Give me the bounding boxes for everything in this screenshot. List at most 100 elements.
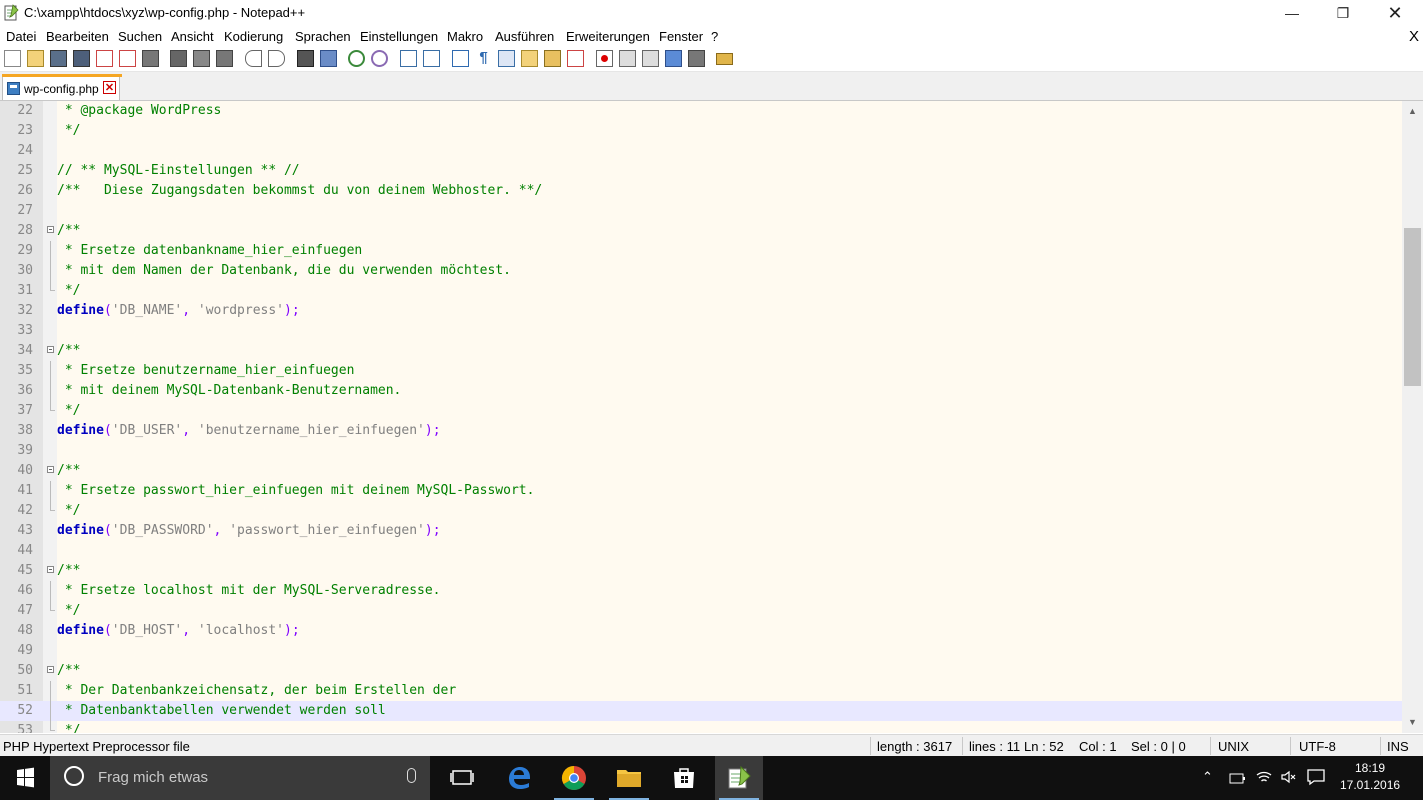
- close-document-x[interactable]: X: [1409, 28, 1419, 45]
- code-line[interactable]: 50 /**: [0, 661, 1402, 681]
- restore-button[interactable]: ❐: [1320, 0, 1366, 27]
- code-line[interactable]: 47 */: [0, 601, 1402, 621]
- save-icon[interactable]: [50, 50, 67, 67]
- code-line[interactable]: 53 */: [0, 721, 1402, 733]
- stop-macro-icon[interactable]: [619, 50, 636, 67]
- scrollbar-thumb[interactable]: [1404, 228, 1421, 386]
- code-line[interactable]: 46 * Ersetze localhost mit der MySQL-Ser…: [0, 581, 1402, 601]
- code-line[interactable]: 49: [0, 641, 1402, 661]
- copy-icon[interactable]: [193, 50, 210, 67]
- menu-datei[interactable]: Datei: [6, 29, 36, 44]
- code-line[interactable]: 38 define('DB_USER', 'benutzername_hier_e…: [0, 421, 1402, 441]
- tab-wp-config[interactable]: wp-config.php ✕: [2, 74, 122, 100]
- function-list-icon[interactable]: [567, 50, 584, 67]
- code-line[interactable]: 32 define('DB_NAME', 'wordpress');: [0, 301, 1402, 321]
- code-line[interactable]: 25 // ** MySQL-Einstellungen ** //: [0, 161, 1402, 181]
- fold-toggle-icon[interactable]: [47, 466, 54, 473]
- code-line[interactable]: 44: [0, 541, 1402, 561]
- code-line[interactable]: 27: [0, 201, 1402, 221]
- minimize-button[interactable]: —: [1269, 0, 1315, 27]
- code-line[interactable]: 52 * Datenbanktabellen verwendet werden …: [0, 701, 1402, 721]
- fold-toggle-icon[interactable]: [47, 226, 54, 233]
- code-line[interactable]: 26 /** Diese Zugangsdaten bekommst du von…: [0, 181, 1402, 201]
- record-macro-icon[interactable]: [596, 50, 613, 67]
- word-wrap-icon[interactable]: [452, 50, 469, 67]
- code-editor[interactable]: 22 * @package WordPress 23 */24 25// ** My…: [0, 101, 1402, 733]
- close-all-icon[interactable]: [119, 50, 136, 67]
- notifications-icon[interactable]: [1306, 768, 1326, 786]
- scroll-down-icon[interactable]: ▼: [1402, 714, 1423, 731]
- show-all-chars-icon[interactable]: ¶: [475, 50, 492, 67]
- menu-ausfuehren[interactable]: Ausführen: [495, 29, 554, 44]
- code-line[interactable]: 39: [0, 441, 1402, 461]
- clock[interactable]: 18:19 17.01.2016: [1340, 760, 1400, 794]
- indent-guide-icon[interactable]: [498, 50, 515, 67]
- start-button[interactable]: [0, 756, 50, 800]
- run-macro-multiple-icon[interactable]: [665, 50, 682, 67]
- menu-sprachen[interactable]: Sprachen: [295, 29, 351, 44]
- volume-muted-icon[interactable]: [1280, 768, 1298, 786]
- edge-button[interactable]: [495, 756, 543, 800]
- store-button[interactable]: [660, 756, 708, 800]
- microphone-icon[interactable]: [407, 768, 416, 783]
- wifi-icon[interactable]: [1255, 768, 1273, 786]
- code-line[interactable]: 30 * mit dem Namen der Datenbank, die du…: [0, 261, 1402, 281]
- menu-ansicht[interactable]: Ansicht: [171, 29, 214, 44]
- zoom-out-icon[interactable]: [371, 50, 388, 67]
- code-line[interactable]: 29 * Ersetze datenbankname_hier_einfuege…: [0, 241, 1402, 261]
- code-line[interactable]: 24: [0, 141, 1402, 161]
- code-line[interactable]: 41 * Ersetze passwort_hier_einfuegen mit…: [0, 481, 1402, 501]
- code-line[interactable]: 31 */: [0, 281, 1402, 301]
- code-line[interactable]: 51 * Der Datenbankzeichensatz, der beim …: [0, 681, 1402, 701]
- battery-icon[interactable]: [1228, 770, 1246, 786]
- menu-erweiterungen[interactable]: Erweiterungen: [566, 29, 650, 44]
- zoom-in-icon[interactable]: [348, 50, 365, 67]
- fold-toggle-icon[interactable]: [47, 346, 54, 353]
- redo-icon[interactable]: [268, 50, 285, 67]
- fold-toggle-icon[interactable]: [47, 666, 54, 673]
- save-macro-icon[interactable]: [688, 50, 705, 67]
- task-view-button[interactable]: [438, 756, 486, 800]
- document-map-icon[interactable]: [544, 50, 561, 67]
- explorer-button[interactable]: [605, 756, 653, 800]
- paste-icon[interactable]: [216, 50, 233, 67]
- menu-suchen[interactable]: Suchen: [118, 29, 162, 44]
- code-line[interactable]: 40 /**: [0, 461, 1402, 481]
- undo-icon[interactable]: [245, 50, 262, 67]
- fold-toggle-icon[interactable]: [47, 566, 54, 573]
- menu-makro[interactable]: Makro: [447, 29, 483, 44]
- play-macro-icon[interactable]: [642, 50, 659, 67]
- replace-icon[interactable]: [320, 50, 337, 67]
- code-line[interactable]: 45 /**: [0, 561, 1402, 581]
- code-line[interactable]: 22 * @package WordPress: [0, 101, 1402, 121]
- cut-icon[interactable]: [170, 50, 187, 67]
- folder-view-icon[interactable]: [521, 50, 538, 67]
- close-icon[interactable]: [96, 50, 113, 67]
- code-line[interactable]: 28 /**: [0, 221, 1402, 241]
- show-hidden-icons-chevron-icon[interactable]: ⌃: [1202, 769, 1213, 785]
- new-file-icon[interactable]: [4, 50, 21, 67]
- code-line[interactable]: 35 * Ersetze benutzername_hier_einfuegen: [0, 361, 1402, 381]
- vertical-scrollbar[interactable]: ▲ ▼: [1402, 101, 1423, 733]
- sync-vertical-icon[interactable]: [400, 50, 417, 67]
- code-line[interactable]: 33: [0, 321, 1402, 341]
- menu-fenster[interactable]: Fenster: [659, 29, 703, 44]
- save-all-icon[interactable]: [73, 50, 90, 67]
- menu-kodierung[interactable]: Kodierung: [224, 29, 283, 44]
- menu-help[interactable]: ?: [711, 29, 718, 44]
- scroll-up-icon[interactable]: ▲: [1402, 103, 1423, 120]
- code-line[interactable]: 37 */: [0, 401, 1402, 421]
- plugin-icon[interactable]: [716, 53, 733, 65]
- notepadpp-taskbar-button[interactable]: [715, 756, 763, 800]
- sync-horizontal-icon[interactable]: [423, 50, 440, 67]
- close-window-button[interactable]: ✕: [1372, 0, 1418, 27]
- code-line[interactable]: 36 * mit deinem MySQL-Datenbank-Benutzer…: [0, 381, 1402, 401]
- menu-einstellungen[interactable]: Einstellungen: [360, 29, 438, 44]
- tab-close-icon[interactable]: ✕: [103, 81, 116, 94]
- chrome-button[interactable]: [550, 756, 598, 800]
- menu-bearbeiten[interactable]: Bearbeiten: [46, 29, 109, 44]
- open-file-icon[interactable]: [27, 50, 44, 67]
- code-line[interactable]: 48 define('DB_HOST', 'localhost');: [0, 621, 1402, 641]
- code-line[interactable]: 42 */: [0, 501, 1402, 521]
- code-line[interactable]: 23 */: [0, 121, 1402, 141]
